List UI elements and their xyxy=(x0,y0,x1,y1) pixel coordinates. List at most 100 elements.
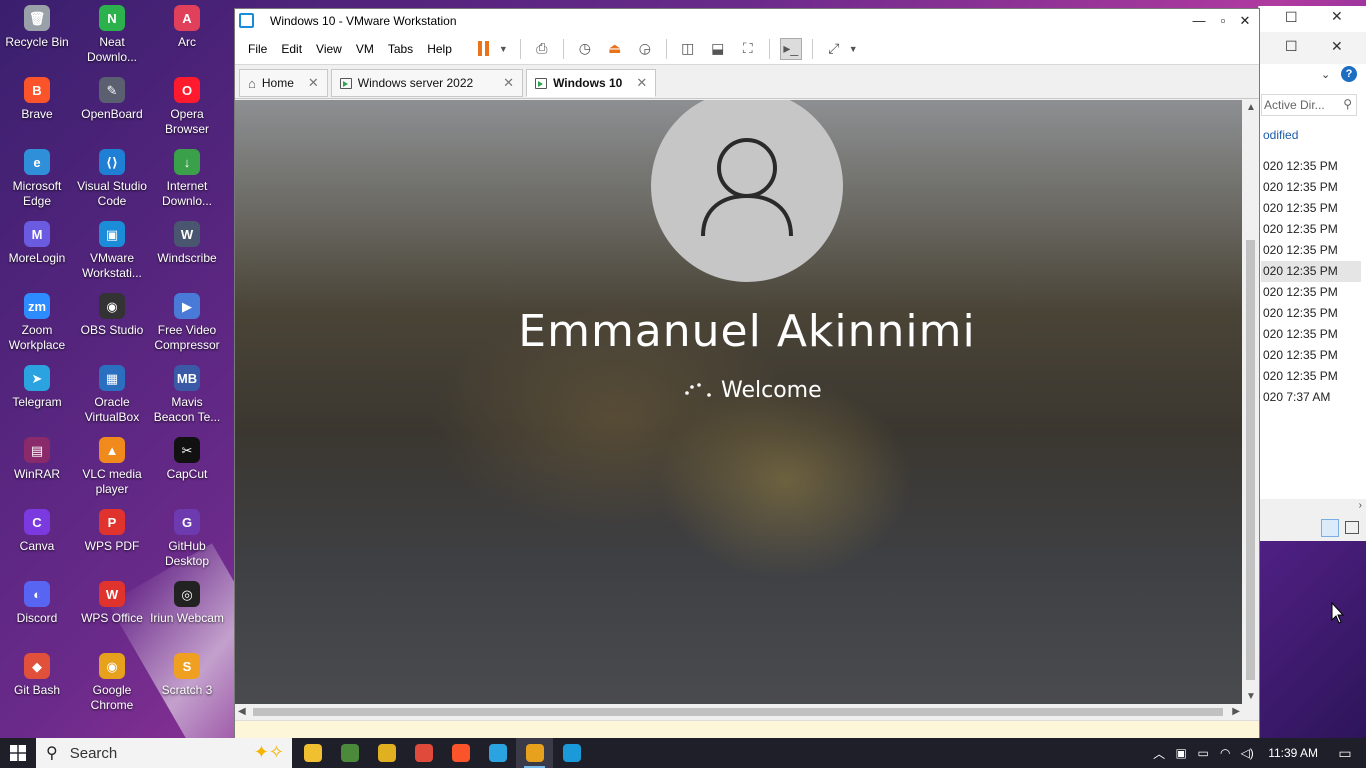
clock[interactable]: 11:39 AM xyxy=(1268,746,1318,760)
vertical-scrollbar[interactable]: ▲ ▼ xyxy=(1242,100,1259,704)
desktop-icon-wps-office[interactable]: W WPS Office xyxy=(75,576,149,626)
desktop-icon-free-video-compressor[interactable]: ▶ Free Video Compressor xyxy=(150,288,224,353)
desktop-icon-canva[interactable]: C Canva xyxy=(0,504,74,554)
search-input[interactable]: Active Dir... ⚲ xyxy=(1261,94,1357,116)
window-titlebar[interactable]: Windows 10 - VMware Workstation — ▫ ✕ xyxy=(235,9,1259,33)
desktop-icon-github-desktop[interactable]: G GitHub Desktop xyxy=(150,504,224,569)
notifications-icon[interactable]: ▭ xyxy=(1334,745,1356,762)
maximize-icon[interactable]: ☐ xyxy=(1285,9,1298,26)
desktop-icon-mavis-beacon-te[interactable]: MB Mavis Beacon Te... xyxy=(150,360,224,425)
stretch-dropdown-icon[interactable]: ▼ xyxy=(849,44,858,54)
tab-windows-10[interactable]: Windows 10 ✕ xyxy=(526,69,657,97)
horizontal-scrollbar[interactable]: ◀ ▶ xyxy=(235,704,1243,720)
file-row-date[interactable]: 020 12:35 PM xyxy=(1261,240,1361,261)
menu-file[interactable]: File xyxy=(241,42,274,56)
taskbar-app-git-app[interactable] xyxy=(368,738,405,768)
details-view-icon[interactable] xyxy=(1321,519,1339,537)
scrollbar-thumb[interactable] xyxy=(253,708,1223,716)
minimize-button[interactable]: — xyxy=(1187,11,1211,31)
full-screen-icon[interactable]: ⛶ xyxy=(737,38,759,60)
desktop-icon-visual-studio-code[interactable]: ⟨⟩ Visual Studio Code xyxy=(75,144,149,209)
close-icon[interactable]: ✕ xyxy=(1331,38,1343,55)
pause-vm-button[interactable] xyxy=(473,38,495,60)
menu-edit[interactable]: Edit xyxy=(274,42,309,56)
desktop-icon-google-chrome[interactable]: ◉ Google Chrome xyxy=(75,648,149,713)
file-row-date[interactable]: 020 12:35 PM xyxy=(1261,366,1361,387)
close-icon[interactable]: ✕ xyxy=(636,75,647,91)
desktop-icon-recycle-bin[interactable]: 🗑 Recycle Bin xyxy=(0,0,74,50)
close-icon[interactable]: ✕ xyxy=(308,75,319,91)
snapshot-icon[interactable]: ◷ xyxy=(574,38,596,60)
menu-tabs[interactable]: Tabs xyxy=(381,42,420,56)
file-row-date[interactable]: 020 7:37 AM xyxy=(1261,387,1361,408)
scroll-left-icon[interactable]: ◀ xyxy=(238,706,246,717)
taskbar-app-brave[interactable] xyxy=(442,738,479,768)
desktop-icon-vlc-media-player[interactable]: ▲ VLC media player xyxy=(75,432,149,497)
file-row-date[interactable]: 020 12:35 PM xyxy=(1261,156,1361,177)
help-icon[interactable]: ? xyxy=(1341,66,1357,82)
desktop-icon-zoom-workplace[interactable]: zm Zoom Workplace xyxy=(0,288,74,353)
file-row-date[interactable]: 020 12:35 PM xyxy=(1261,261,1361,282)
desktop-icon-vmware-workstati[interactable]: ▣ VMware Workstati... xyxy=(75,216,149,281)
maximize-button[interactable]: ▫ xyxy=(1211,11,1235,31)
close-button[interactable]: ✕ xyxy=(1233,11,1257,31)
snapshot-manager-icon[interactable]: ◶ xyxy=(634,38,656,60)
desktop-icon-scratch-3[interactable]: S Scratch 3 xyxy=(150,648,224,698)
menu-help[interactable]: Help xyxy=(420,42,459,56)
start-button[interactable] xyxy=(0,738,36,768)
desktop-icon-internet-downlo[interactable]: ↓ Internet Downlo... xyxy=(150,144,224,209)
taskbar-app-chrome[interactable] xyxy=(405,738,442,768)
volume-icon[interactable]: ◁) xyxy=(1236,746,1258,760)
date-modified-column-header[interactable]: odified xyxy=(1263,128,1298,142)
desktop-icon-oracle-virtualbox[interactable]: ▦ Oracle VirtualBox xyxy=(75,360,149,425)
taskbar-app-winrar[interactable] xyxy=(331,738,368,768)
power-dropdown-icon[interactable]: ▼ xyxy=(499,44,508,54)
scroll-right-icon[interactable]: › xyxy=(1359,500,1362,511)
chevron-down-icon[interactable]: ⌄ xyxy=(1321,68,1330,81)
desktop-icon-iriun-webcam[interactable]: ◎ Iriun Webcam xyxy=(150,576,224,626)
desktop-icon-obs-studio[interactable]: ◉ OBS Studio xyxy=(75,288,149,338)
large-icons-view-icon[interactable] xyxy=(1345,521,1359,534)
vm-guest-display[interactable]: Emmanuel Akinnimi Welcome xyxy=(235,100,1243,704)
thumbnail-bar-icon[interactable]: ⬓ xyxy=(707,38,729,60)
show-hidden-icons-icon[interactable]: ︿ xyxy=(1148,745,1170,762)
console-view-icon[interactable]: ▸_ xyxy=(779,37,802,60)
taskbar-app-telegram[interactable] xyxy=(479,738,516,768)
desktop-icon-openboard[interactable]: ✎ OpenBoard xyxy=(75,72,149,122)
show-library-icon[interactable]: ◫ xyxy=(677,38,699,60)
scroll-up-icon[interactable]: ▲ xyxy=(1246,102,1256,113)
taskbar-app-file-explorer[interactable] xyxy=(294,738,331,768)
send-ctrl-alt-del-icon[interactable]: ⎙ xyxy=(531,38,553,60)
desktop-icon-arc[interactable]: A Arc xyxy=(150,0,224,50)
file-row-date[interactable]: 020 12:35 PM xyxy=(1261,345,1361,366)
file-row-date[interactable]: 020 12:35 PM xyxy=(1261,324,1361,345)
desktop-icon-discord[interactable]: ◐ Discord xyxy=(0,576,74,626)
taskbar-app-visio[interactable] xyxy=(553,738,590,768)
file-row-date[interactable]: 020 12:35 PM xyxy=(1261,177,1361,198)
scrollbar-thumb[interactable] xyxy=(1246,240,1255,680)
desktop-icon-git-bash[interactable]: ◆ Git Bash xyxy=(0,648,74,698)
desktop-icon-neat-downlo[interactable]: N Neat Downlo... xyxy=(75,0,149,65)
maximize-icon[interactable]: ☐ xyxy=(1285,38,1298,55)
desktop-icon-microsoft-edge[interactable]: e Microsoft Edge xyxy=(0,144,74,209)
camera-icon[interactable]: ▣ xyxy=(1170,746,1192,760)
taskbar-app-vmware[interactable] xyxy=(516,738,553,768)
desktop-icon-opera-browser[interactable]: O Opera Browser xyxy=(150,72,224,137)
scroll-down-icon[interactable]: ▼ xyxy=(1246,691,1256,702)
battery-icon[interactable]: ▭ xyxy=(1192,746,1214,760)
menu-view[interactable]: View xyxy=(309,42,349,56)
stretch-guest-icon[interactable]: ⤢ xyxy=(823,38,845,60)
desktop-icon-wps-pdf[interactable]: P WPS PDF xyxy=(75,504,149,554)
taskbar-search-input[interactable]: ⚲ Search ✦✧ xyxy=(36,738,292,768)
desktop-icon-morelogin[interactable]: M MoreLogin xyxy=(0,216,74,266)
close-icon[interactable]: ✕ xyxy=(503,75,514,91)
desktop-icon-winrar[interactable]: ▤ WinRAR xyxy=(0,432,74,482)
file-row-date[interactable]: 020 12:35 PM xyxy=(1261,219,1361,240)
desktop-icon-brave[interactable]: B Brave xyxy=(0,72,74,122)
tab-home[interactable]: ⌂ Home ✕ xyxy=(239,69,328,97)
file-row-date[interactable]: 020 12:35 PM xyxy=(1261,303,1361,324)
desktop-icon-windscribe[interactable]: W Windscribe xyxy=(150,216,224,266)
revert-snapshot-icon[interactable]: ⏏ xyxy=(604,38,626,60)
file-row-date[interactable]: 020 12:35 PM xyxy=(1261,198,1361,219)
file-row-date[interactable]: 020 12:35 PM xyxy=(1261,282,1361,303)
